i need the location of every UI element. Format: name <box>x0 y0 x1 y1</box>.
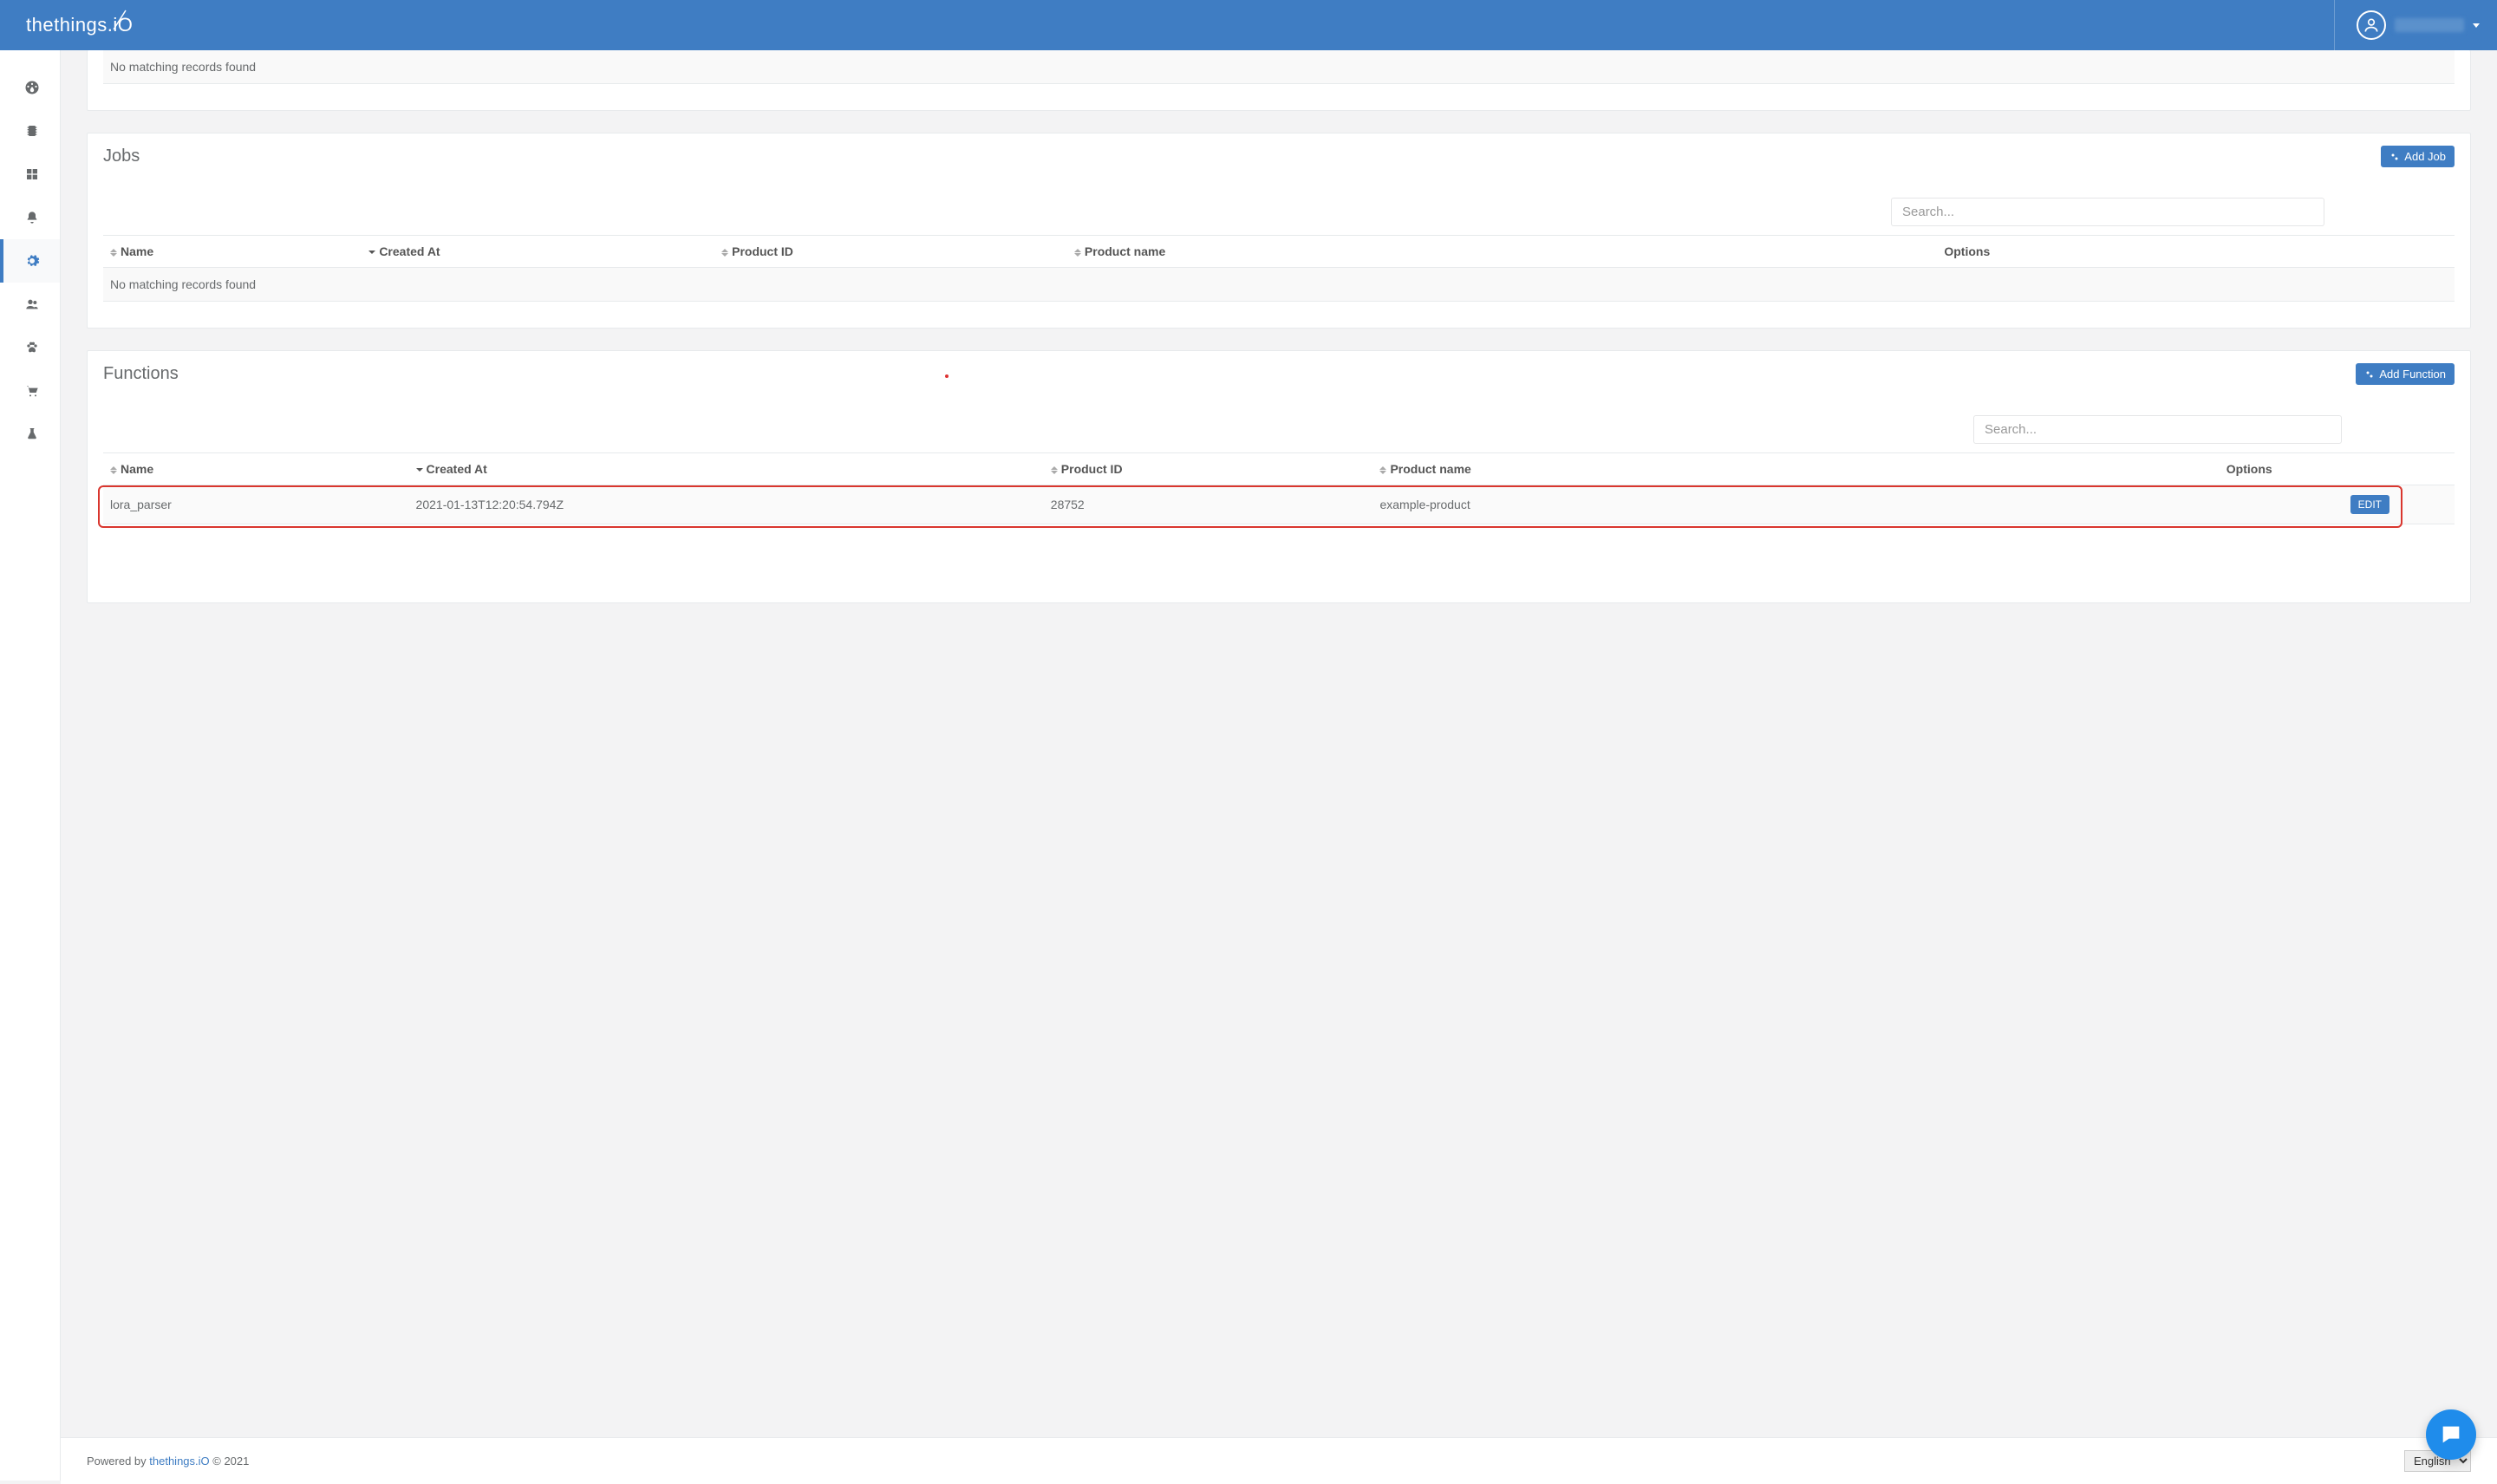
top-header: thethings .iO <box>0 0 2497 50</box>
edit-button[interactable]: EDIT <box>2350 495 2389 514</box>
add-function-button[interactable]: Add Function <box>2356 363 2455 385</box>
grid-icon <box>25 167 39 181</box>
sidebar-item-apps[interactable] <box>0 153 60 196</box>
triggers-table: No matching records found <box>103 50 2455 84</box>
sidebar-item-dashboard[interactable] <box>0 66 60 109</box>
jobs-title: Jobs <box>103 146 140 166</box>
col-created-at[interactable]: Created At <box>362 236 714 268</box>
logo[interactable]: thethings .iO <box>26 14 133 36</box>
user-menu[interactable] <box>2334 0 2480 50</box>
cell-created-at: 2021-01-13T12:20:54.794Z <box>409 485 1044 524</box>
logo-text: thethings <box>26 14 108 36</box>
user-name <box>2395 18 2464 32</box>
avatar <box>2357 10 2386 40</box>
sidebar-item-things[interactable] <box>0 109 60 153</box>
chat-bubble-button[interactable] <box>2426 1409 2476 1460</box>
col-product-id[interactable]: Product ID <box>1044 453 1373 485</box>
col-name[interactable]: Name <box>103 236 362 268</box>
sidebar-item-alerts[interactable] <box>0 196 60 239</box>
chevron-down-icon <box>2473 23 2480 28</box>
functions-search-input[interactable] <box>1973 415 2342 444</box>
sidebar <box>0 50 61 1481</box>
sidebar-item-store[interactable] <box>0 369 60 413</box>
cell-options: EDIT <box>2220 485 2455 524</box>
functions-title: Functions <box>103 364 179 384</box>
col-product-name[interactable]: Product name <box>1067 236 1937 268</box>
gears-icon <box>2364 369 2375 380</box>
logo-slash-icon <box>112 9 129 33</box>
col-name[interactable]: Name <box>103 453 409 485</box>
user-icon <box>2363 16 2380 34</box>
table-empty-row: No matching records found <box>103 268 2455 302</box>
cell-product-id: 28752 <box>1044 485 1373 524</box>
bell-icon <box>25 210 39 225</box>
add-job-button[interactable]: Add Job <box>2381 146 2455 167</box>
sidebar-item-users[interactable] <box>0 283 60 326</box>
functions-panel: Functions Add Function Name Created At <box>87 350 2471 603</box>
chat-icon <box>2439 1422 2463 1447</box>
jobs-table: Name Created At Product ID Product name … <box>103 235 2455 302</box>
dashboard-icon <box>24 80 40 95</box>
cell-name: lora_parser <box>103 485 409 524</box>
sidebar-item-cloud-code[interactable] <box>0 239 60 283</box>
paw-icon <box>25 341 39 355</box>
table-row: lora_parser 2021-01-13T12:20:54.794Z 287… <box>103 485 2455 524</box>
sidebar-item-assets[interactable] <box>0 326 60 369</box>
functions-table: Name Created At Product ID Product name … <box>103 452 2455 524</box>
gears-icon <box>2389 152 2400 162</box>
footer-link[interactable]: thethings.iO <box>149 1455 209 1468</box>
flask-icon <box>26 426 38 442</box>
empty-message: No matching records found <box>103 268 1937 302</box>
col-options: Options <box>1937 236 2455 268</box>
col-created-at[interactable]: Created At <box>409 453 1044 485</box>
col-product-id[interactable]: Product ID <box>714 236 1067 268</box>
empty-message: No matching records found <box>103 50 1937 84</box>
footer: Powered by thethings.iO © 2021 English <box>61 1437 2497 1484</box>
cart-icon <box>24 384 40 398</box>
cell-product-name: example-product <box>1372 485 2219 524</box>
table-empty-row: No matching records found <box>103 50 2455 84</box>
footer-text: Powered by thethings.iO © 2021 <box>87 1455 249 1468</box>
sidebar-item-labs[interactable] <box>0 413 60 456</box>
users-icon <box>24 297 40 311</box>
gears-icon <box>24 253 40 269</box>
jobs-panel: Jobs Add Job Name Created At Product ID … <box>87 133 2471 329</box>
jobs-search-input[interactable] <box>1891 198 2324 226</box>
col-product-name[interactable]: Product name <box>1372 453 2219 485</box>
triggers-panel-fragment: No matching records found <box>87 50 2471 111</box>
main-content: No matching records found Jobs Add Job <box>61 50 2497 1437</box>
chip-icon <box>25 123 39 139</box>
col-options: Options <box>2220 453 2455 485</box>
